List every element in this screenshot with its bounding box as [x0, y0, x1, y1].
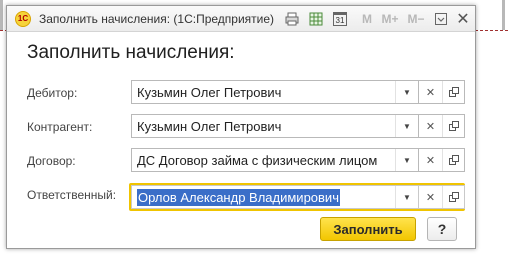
open-icon[interactable]: [442, 186, 465, 208]
dialog-window: 1С Заполнить начисления: (1С:Предприятие…: [6, 5, 476, 249]
window-title: Заполнить начисления: (1С:Предприятие): [39, 12, 275, 26]
counterparty-label: Контрагент:: [27, 120, 93, 134]
dropdown-icon[interactable]: ▼: [395, 186, 418, 208]
debtor-value: Кузьмин Олег Петрович: [137, 85, 282, 100]
background-panel-edge: [0, 0, 3, 30]
open-icon[interactable]: [442, 81, 465, 103]
open-icon[interactable]: [442, 149, 465, 171]
debtor-label: Дебитор:: [27, 86, 78, 100]
responsible-value: Орлов Александр Владимирович: [137, 189, 340, 206]
responsible-actions: ✕: [419, 185, 465, 209]
dropdown-icon[interactable]: ▼: [395, 115, 418, 137]
app-logo-icon: 1С: [15, 11, 31, 27]
contract-value: ДС Договор займа с физическим лицом: [137, 153, 378, 168]
clear-icon[interactable]: ✕: [419, 81, 443, 103]
memory-plus-button[interactable]: M+: [379, 11, 401, 27]
print-icon[interactable]: [283, 11, 301, 27]
clear-icon[interactable]: ✕: [419, 186, 443, 208]
clear-icon[interactable]: ✕: [419, 149, 443, 171]
counterparty-field[interactable]: Кузьмин Олег Петрович ▼: [131, 114, 419, 138]
dropdown-icon[interactable]: ▼: [395, 81, 418, 103]
memory-button[interactable]: M: [359, 11, 375, 27]
memory-minus-button[interactable]: M−: [405, 11, 427, 27]
calendar-day: 31: [333, 12, 347, 26]
responsible-label: Ответственный:: [27, 188, 117, 202]
open-icon[interactable]: [442, 115, 465, 137]
title-bar[interactable]: 1С Заполнить начисления: (1С:Предприятие…: [7, 6, 475, 32]
background-panel-edge-right: [502, 0, 505, 30]
dropdown-icon[interactable]: ▼: [395, 149, 418, 171]
help-button[interactable]: ?: [427, 217, 457, 241]
counterparty-value: Кузьмин Олег Петрович: [137, 119, 282, 134]
contract-actions: ✕: [419, 148, 465, 172]
selected-text: Орлов Александр Владимирович: [137, 189, 340, 206]
contract-field[interactable]: ДС Договор займа с физическим лицом ▼: [131, 148, 419, 172]
fill-button[interactable]: Заполнить: [320, 217, 416, 241]
clear-icon[interactable]: ✕: [419, 115, 443, 137]
contract-label: Договор:: [27, 154, 76, 168]
debtor-field[interactable]: Кузьмин Олег Петрович ▼: [131, 80, 419, 104]
calendar-icon[interactable]: 31: [331, 11, 349, 27]
window-menu-icon[interactable]: [433, 11, 449, 27]
form-heading: Заполнить начисления:: [27, 42, 235, 63]
responsible-field[interactable]: Орлов Александр Владимирович ▼: [131, 185, 419, 209]
debtor-actions: ✕: [419, 80, 465, 104]
counterparty-actions: ✕: [419, 114, 465, 138]
close-icon[interactable]: ✕: [455, 11, 471, 28]
spreadsheet-icon[interactable]: [307, 11, 325, 27]
